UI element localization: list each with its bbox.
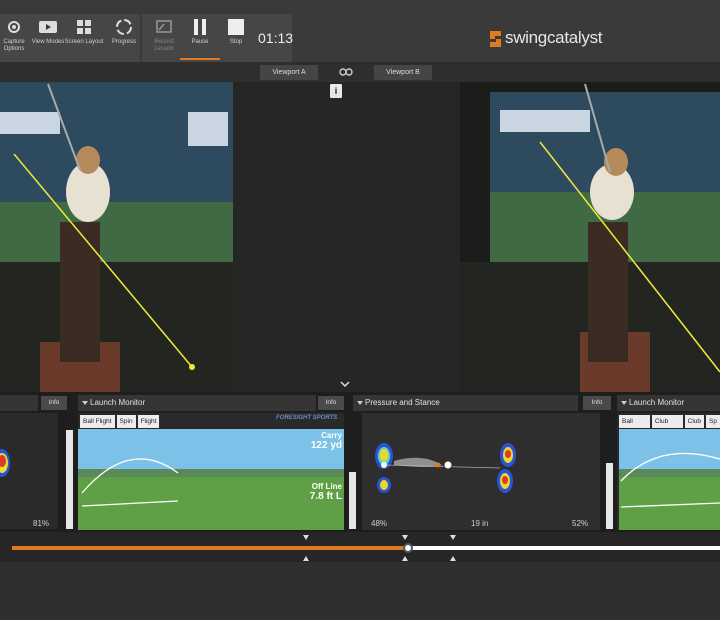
record-lesson-icon — [156, 20, 172, 33]
launch-monitor-b-title: Launch Monitor — [629, 398, 685, 407]
pause-icon — [194, 19, 206, 35]
pressure-right-percent: 52% — [572, 519, 589, 528]
pressure-right-bar — [606, 463, 613, 529]
chevron-down-icon — [340, 381, 350, 388]
launch-monitor-a-title: Launch Monitor — [90, 398, 146, 407]
playback-timer: 01:13 — [258, 30, 294, 46]
marker-bottom-1[interactable] — [303, 556, 309, 561]
ball-flight-scene-b — [619, 429, 720, 530]
pressure-header[interactable]: Pressure and Stance — [353, 395, 578, 411]
dropdown-triangle-icon — [82, 401, 88, 405]
launch-monitor-a-header[interactable]: Launch Monitor — [78, 395, 316, 411]
progress-ring-icon — [116, 19, 132, 35]
panel1-body — [0, 413, 58, 529]
viewport-gap — [233, 82, 460, 392]
view-modes-label: View Modes — [31, 39, 65, 45]
pause-label: Pause — [191, 39, 209, 45]
stop-label: Stop — [229, 39, 243, 45]
pressure-heatmap — [375, 443, 516, 493]
dropdown-triangle-icon — [357, 401, 363, 405]
swingcatalyst-logo-icon — [490, 31, 501, 47]
toolbar: Capture Options View Modes Screen Layout… — [0, 0, 720, 62]
viewport-a-video[interactable] — [0, 82, 233, 392]
panel1-percent: 81% — [33, 519, 50, 528]
viewport-b-video[interactable] — [460, 82, 720, 392]
tab-spin-b[interactable]: Sp — [706, 415, 720, 428]
info-icon[interactable]: i — [330, 84, 342, 98]
launch-monitor-b-tabs: Ball Flight Club Path Club Sp — [619, 415, 720, 438]
collapse-panels-button[interactable] — [322, 378, 368, 392]
pressure-title: Pressure and Stance — [365, 398, 440, 407]
capture-options-label: Capture Options — [3, 39, 25, 52]
carry-readout: Carry 122 yd — [270, 431, 342, 451]
progress-label: Progress — [111, 39, 136, 45]
record-lesson-button[interactable]: Record Lesson — [144, 14, 184, 60]
screen-layout-label: Screen Layout — [64, 39, 104, 45]
marker-top-1[interactable] — [303, 535, 309, 540]
pressure-heatmap-left — [0, 449, 10, 477]
stance-width: 19 in — [471, 519, 489, 528]
stop-button[interactable]: Stop — [216, 14, 256, 60]
link-icon[interactable] — [339, 67, 353, 77]
stop-icon — [228, 19, 244, 35]
viewport-bar — [0, 62, 720, 82]
pause-button[interactable]: Pause — [180, 14, 220, 60]
panel1-header — [0, 395, 38, 411]
marker-top-3[interactable] — [450, 535, 456, 540]
panel1-level-bar — [66, 430, 73, 529]
pressure-left-bar — [349, 472, 356, 529]
tab-ball-flight-b[interactable]: Ball Flight — [619, 415, 650, 438]
gear-icon — [8, 21, 20, 33]
tab-club-path[interactable]: Club Path — [651, 415, 683, 438]
play-icon — [39, 21, 57, 33]
progress-button[interactable]: Progress — [104, 14, 144, 60]
view-modes-button[interactable]: View Modes — [28, 14, 68, 60]
carry-value: 122 yd — [310, 440, 342, 451]
marker-bottom-3[interactable] — [450, 556, 456, 561]
tab-club[interactable]: Club — [684, 415, 705, 428]
panel1-info-button[interactable]: Info — [41, 396, 67, 410]
record-lesson-label: Record Lesson — [154, 39, 174, 52]
offline-readout: Off Line 7.8 ft L — [270, 482, 342, 502]
bottom-empty-area — [0, 562, 720, 620]
offline-value: 7.8 ft L — [309, 491, 342, 502]
marker-bottom-2[interactable] — [402, 556, 408, 561]
tab-flight[interactable]: Flight — [137, 415, 160, 428]
pressure-info-button[interactable]: Info — [583, 396, 611, 410]
timeline-progress — [12, 546, 409, 550]
dropdown-triangle-icon — [621, 401, 627, 405]
pressure-left-percent: 48% — [371, 519, 388, 528]
marker-top-2[interactable] — [402, 535, 408, 540]
tab-spin[interactable]: Spin — [116, 415, 136, 428]
launch-monitor-a-tabs: Ball Flight Spin Flight — [80, 415, 160, 428]
foresight-watermark: FORESIGHT SPORTS — [276, 415, 338, 421]
timeline-track[interactable] — [12, 546, 720, 550]
screen-layout-button[interactable]: Screen Layout — [64, 14, 104, 60]
tab-ball-flight[interactable]: Ball Flight — [80, 415, 115, 428]
grid-icon — [77, 20, 91, 34]
launch-monitor-b-header[interactable]: Launch Monitor — [617, 395, 720, 411]
brand-name: swingcatalyst — [505, 28, 603, 47]
tab-viewport-a[interactable]: Viewport A — [260, 65, 318, 80]
launch-monitor-a-info-button[interactable]: Info — [318, 396, 344, 410]
tab-viewport-b[interactable]: Viewport B — [374, 65, 432, 80]
